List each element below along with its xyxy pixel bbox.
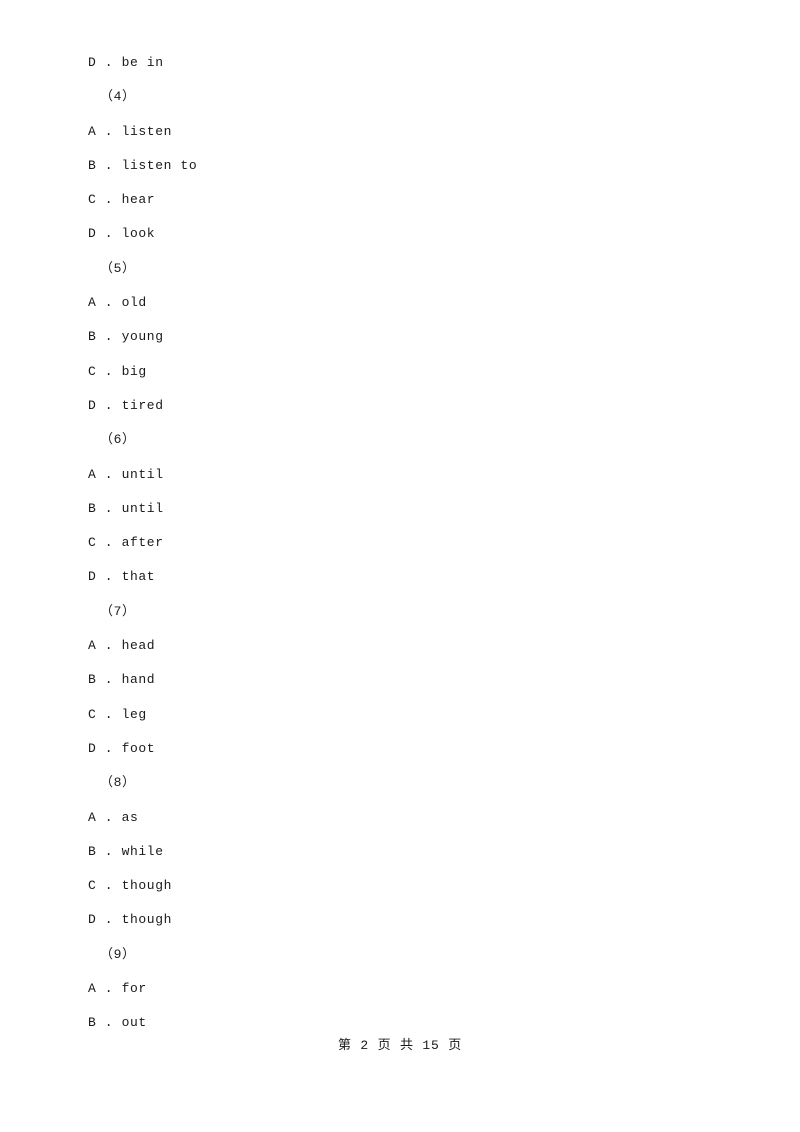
document-page: D . be in （4） A . listen B . listen to C… (0, 0, 800, 1132)
answer-option: D . though (88, 912, 173, 928)
answer-option: B . hand (88, 672, 156, 688)
question-number: （6） (100, 432, 136, 448)
answer-option: D . that (88, 569, 156, 585)
question-number: （9） (100, 946, 136, 962)
question-number: （4） (100, 89, 136, 105)
answer-option: D . tired (88, 397, 164, 413)
answer-option: D . be in (88, 55, 164, 70)
answer-option: A . old (88, 295, 147, 311)
question-options-list: D . be in （4） A . listen B . listen to C… (88, 46, 708, 1041)
answer-option: D . foot (88, 740, 156, 756)
answer-option: C . big (88, 363, 147, 379)
answer-option: B . until (88, 500, 164, 516)
answer-option: A . as (88, 809, 139, 825)
answer-option: A . head (88, 638, 156, 654)
answer-option: A . for (88, 981, 147, 997)
question-number: （8） (100, 775, 136, 791)
question-number: （7） (100, 603, 136, 619)
page-footer: 第 2 页 共 15 页 (337, 1038, 462, 1053)
answer-option: C . after (88, 535, 164, 551)
answer-option: C . leg (88, 706, 147, 722)
answer-option: C . hear (88, 192, 156, 208)
answer-option: C . though (88, 878, 173, 894)
answer-option: B . listen to (88, 157, 198, 173)
answer-option: B . young (88, 329, 164, 345)
answer-option: A . listen (88, 123, 173, 139)
answer-option: D . look (88, 226, 156, 242)
question-number: （5） (100, 260, 136, 276)
answer-option: B . while (88, 843, 164, 859)
answer-option: A . until (88, 466, 164, 482)
